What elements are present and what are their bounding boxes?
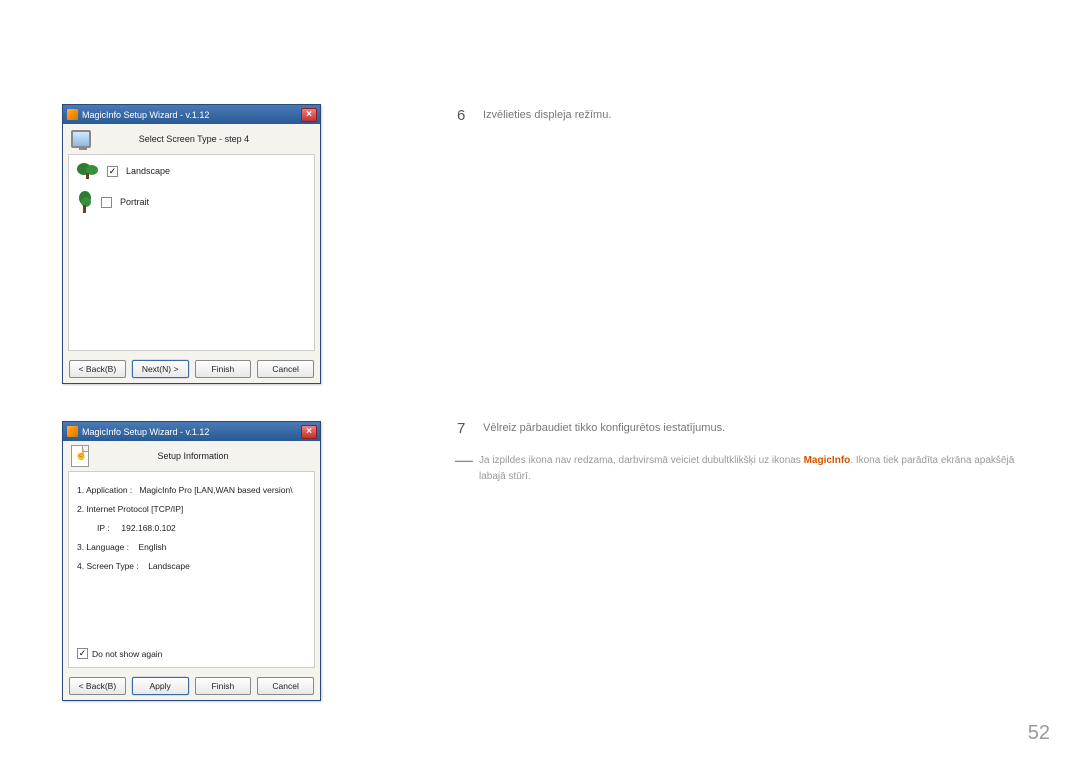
- instruction-step-6: 6 Izvēlieties displeja režīmu.: [457, 107, 611, 124]
- back-button[interactable]: < Back(B): [69, 677, 126, 695]
- cancel-button[interactable]: Cancel: [257, 360, 314, 378]
- note-row: ― Ja izpildes ikona nav redzama, darbvir…: [455, 453, 1025, 485]
- wizard-body: 1. Application : MagicInfo Pro [LAN,WAN …: [68, 471, 315, 668]
- dash-icon: ―: [455, 451, 473, 469]
- portrait-checkbox[interactable]: [101, 197, 112, 208]
- apply-button[interactable]: Apply: [132, 677, 189, 695]
- landscape-checkbox[interactable]: ✓: [107, 166, 118, 177]
- button-row: < Back(B) Next(N) > Finish Cancel: [63, 356, 320, 384]
- titlebar-text: MagicInfo Setup Wizard - v.1.12: [82, 427, 209, 437]
- info-screen-value: Landscape: [148, 561, 190, 571]
- close-button[interactable]: ×: [301, 425, 317, 439]
- titlebar-left: MagicInfo Setup Wizard - v.1.12: [67, 426, 209, 437]
- note-before: Ja izpildes ikona nav redzama, darbvirsm…: [479, 455, 804, 466]
- document-hand-icon: [71, 445, 89, 467]
- step-text-6: Izvēlieties displeja režīmu.: [483, 107, 611, 124]
- portrait-option: Portrait: [77, 191, 306, 213]
- info-lang-value: English: [138, 542, 166, 552]
- info-screen-label: 4. Screen Type :: [77, 561, 139, 571]
- instruction-step-7: 7 Vēlreiz pārbaudiet tikko konfigurētos …: [457, 420, 725, 437]
- dont-show-checkbox[interactable]: ✓: [77, 648, 88, 659]
- close-icon: ×: [306, 110, 312, 120]
- wizard-screen-type: MagicInfo Setup Wizard - v.1.12 × Select…: [62, 104, 321, 384]
- button-row: < Back(B) Apply Finish Cancel: [63, 673, 320, 701]
- titlebar: MagicInfo Setup Wizard - v.1.12 ×: [63, 105, 320, 124]
- tree-portrait-icon: [77, 191, 93, 213]
- info-ip: IP : 192.168.0.102: [77, 520, 306, 537]
- monitor-icon: [71, 130, 91, 148]
- titlebar-text: MagicInfo Setup Wizard - v.1.12: [82, 110, 209, 120]
- page: 6 Izvēlieties displeja režīmu. 7 Vēlreiz…: [0, 0, 1080, 763]
- step-number-7: 7: [457, 420, 471, 437]
- tree-landscape-icon: [77, 163, 99, 179]
- note-highlight: MagicInfo: [804, 455, 851, 466]
- info-ip-label: IP :: [97, 523, 110, 533]
- note-text: Ja izpildes ikona nav redzama, darbvirsm…: [479, 453, 1025, 485]
- step-text-7: Vēlreiz pārbaudiet tikko konfigurētos ie…: [483, 420, 725, 437]
- cancel-button[interactable]: Cancel: [257, 677, 314, 695]
- step-number-6: 6: [457, 107, 471, 124]
- finish-button[interactable]: Finish: [195, 677, 252, 695]
- portrait-label: Portrait: [120, 197, 149, 207]
- page-number: 52: [1028, 722, 1050, 745]
- landscape-option: ✓ Landscape: [77, 163, 306, 179]
- info-app-value: MagicInfo Pro [LAN,WAN based version\: [139, 485, 292, 495]
- wizard-header-text: Select Screen Type - step 4: [101, 134, 312, 144]
- info-application: 1. Application : MagicInfo Pro [LAN,WAN …: [77, 482, 306, 499]
- info-screen-type: 4. Screen Type : Landscape: [77, 558, 306, 575]
- titlebar: MagicInfo Setup Wizard - v.1.12 ×: [63, 422, 320, 441]
- info-language: 3. Language : English: [77, 539, 306, 556]
- back-button[interactable]: < Back(B): [69, 360, 126, 378]
- wizard-header: Select Screen Type - step 4: [63, 124, 320, 154]
- landscape-label: Landscape: [126, 166, 170, 176]
- close-button[interactable]: ×: [301, 108, 317, 122]
- wizard-header-text: Setup Information: [99, 451, 312, 461]
- wizard-body: ✓ Landscape Portrait: [68, 154, 315, 351]
- info-app-label: 1. Application :: [77, 485, 132, 495]
- info-list: 1. Application : MagicInfo Pro [LAN,WAN …: [77, 480, 306, 579]
- wizard-setup-info: MagicInfo Setup Wizard - v.1.12 × Setup …: [62, 421, 321, 701]
- info-protocol: 2. Internet Protocol [TCP/IP]: [77, 501, 306, 518]
- info-lang-label: 3. Language :: [77, 542, 129, 552]
- app-icon: [67, 426, 78, 437]
- dont-show-row: ✓ Do not show again: [77, 648, 162, 659]
- titlebar-left: MagicInfo Setup Wizard - v.1.12: [67, 109, 209, 120]
- next-button[interactable]: Next(N) >: [132, 360, 189, 378]
- close-icon: ×: [306, 427, 312, 437]
- app-icon: [67, 109, 78, 120]
- dont-show-label: Do not show again: [92, 649, 162, 659]
- info-ip-value: 192.168.0.102: [121, 523, 175, 533]
- finish-button[interactable]: Finish: [195, 360, 252, 378]
- wizard-header: Setup Information: [63, 441, 320, 471]
